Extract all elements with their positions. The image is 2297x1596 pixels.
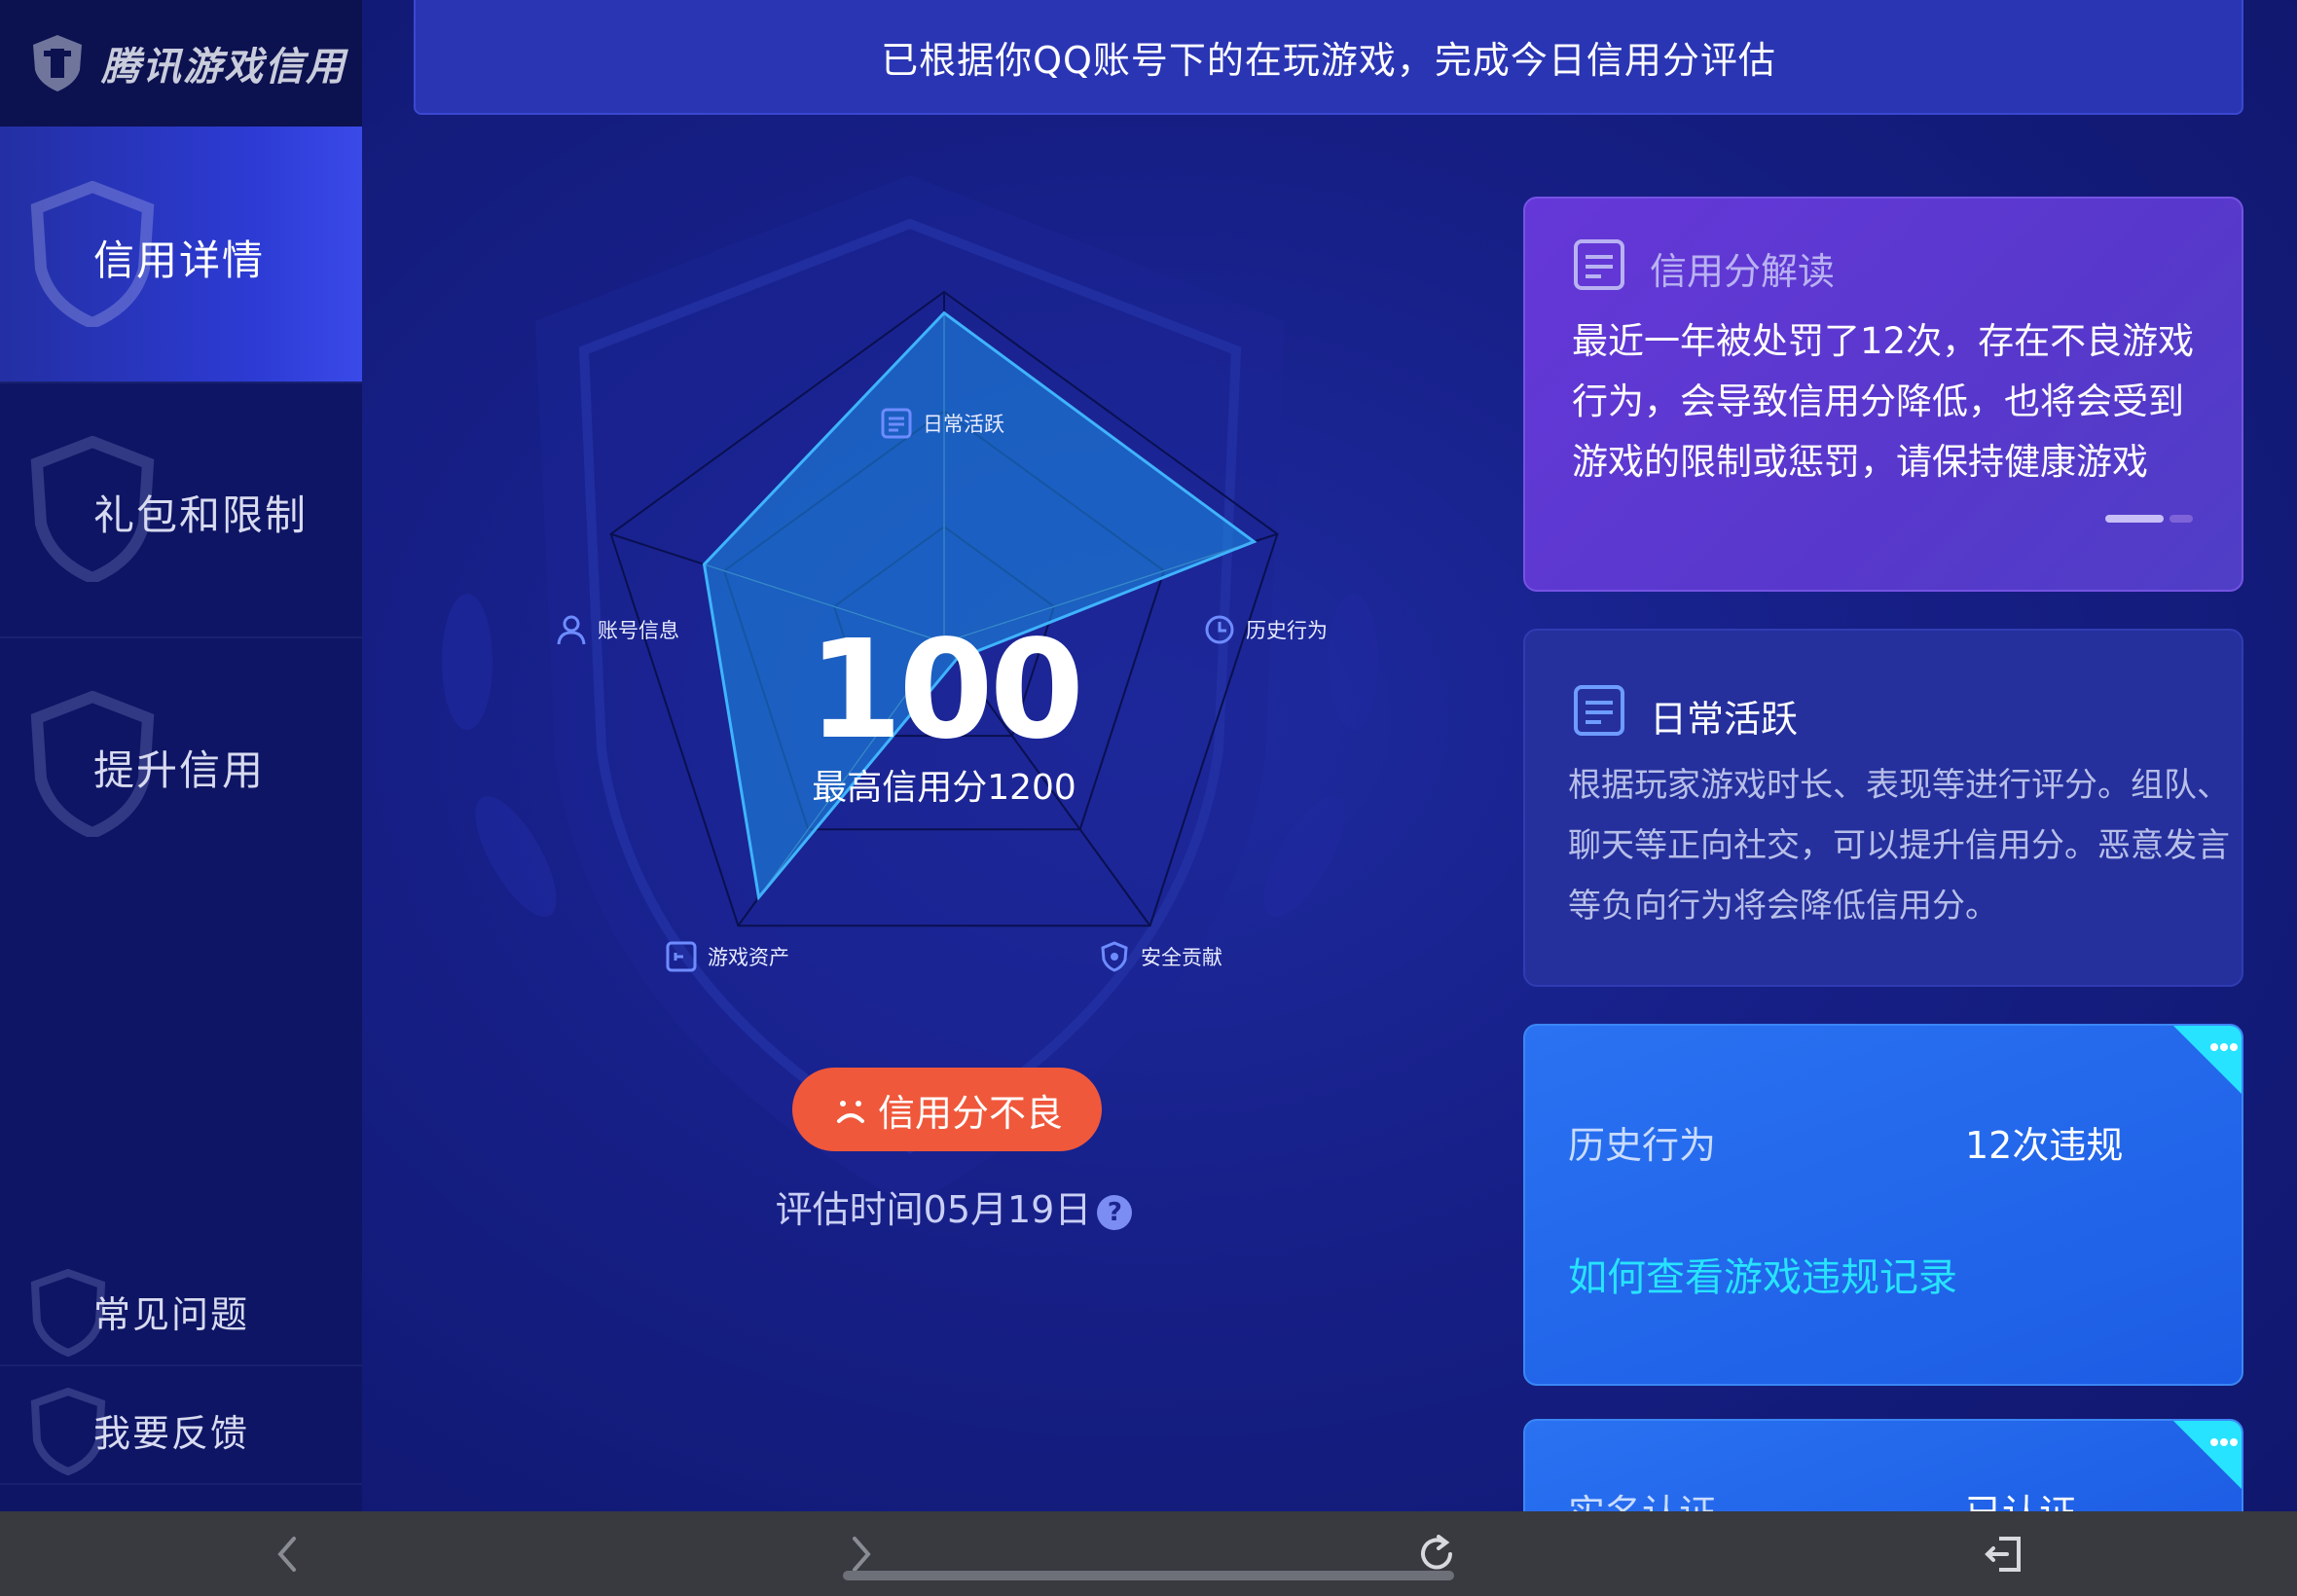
- page-indicator: [2105, 515, 2193, 523]
- sidebar-item-faq[interactable]: 常见问题: [0, 1248, 362, 1366]
- status-label: 信用分不良: [877, 1091, 1063, 1135]
- back-icon[interactable]: [261, 1527, 315, 1581]
- sidebar-item-label: 提升信用: [93, 746, 266, 794]
- sidebar: 腾讯游戏信用 信用详情 礼包和限制 提升信用 常见问题 我要反馈: [0, 0, 362, 1511]
- card-label: 历史行为: [1568, 1124, 1717, 1167]
- more-corner-icon[interactable]: [2173, 1421, 2242, 1489]
- evaluation-time-text: 评估时间05月19日: [775, 1188, 1092, 1231]
- radar-axis-assets: 游戏资产: [665, 940, 789, 973]
- document-icon: [1574, 685, 1624, 736]
- history-behavior-card[interactable]: 历史行为 12次违规 如何查看游戏违规记录: [1523, 1024, 2243, 1386]
- security-shield-icon: [1101, 941, 1128, 972]
- view-violation-record-link[interactable]: 如何查看游戏违规记录: [1568, 1246, 1957, 1302]
- max-score-label: 最高信用分1200: [812, 768, 1076, 808]
- radar-axis-security: 安全贡献: [1098, 940, 1222, 973]
- help-icon[interactable]: ?: [1097, 1194, 1133, 1230]
- card-title: 信用分解读: [1650, 250, 1836, 293]
- logo-text: 腾讯游戏信用: [101, 45, 346, 90]
- evaluation-banner: 已根据你QQ账号下的在玩游戏，完成今日信用分评估: [414, 0, 2243, 115]
- card-body: 最近一年被处罚了12次，存在不良游戏行为，会导致信用分降低，也将会受到游戏的限制…: [1572, 320, 2195, 483]
- credit-interpretation-card: 信用分解读 最近一年被处罚了12次，存在不良游戏行为，会导致信用分降低，也将会受…: [1523, 197, 2243, 592]
- browser-toolbar: [0, 1511, 2297, 1596]
- more-corner-icon[interactable]: [2173, 1026, 2242, 1094]
- credit-score-value: 100: [807, 611, 1084, 770]
- exit-icon[interactable]: [1978, 1527, 2032, 1581]
- violation-count: 12次违规: [1965, 1124, 2124, 1167]
- document-icon: [1574, 239, 1624, 290]
- radar-axis-account: 账号信息: [555, 613, 679, 646]
- sidebar-item-credit-details[interactable]: 信用详情: [0, 127, 362, 383]
- sad-face-icon: [836, 1101, 864, 1123]
- user-icon: [557, 615, 586, 645]
- shield-logo-icon: [33, 35, 82, 91]
- radar-axis-label: 安全贡献: [1141, 946, 1222, 969]
- radar-axis-label: 账号信息: [598, 619, 679, 642]
- sidebar-item-improve-credit[interactable]: 提升信用: [0, 636, 362, 891]
- credit-status-badge: 信用分不良: [792, 1068, 1102, 1151]
- evaluation-time: 评估时间05月19日?: [681, 1179, 1226, 1233]
- sidebar-item-feedback[interactable]: 我要反馈: [0, 1366, 362, 1485]
- daily-activity-card: 日常活跃 根据玩家游戏时长、表现等进行评分。组队、聊天等正向社交，可以提升信用分…: [1523, 629, 2243, 987]
- radar-axis-label: 历史行为: [1246, 619, 1328, 642]
- radar-axis-history: 历史行为: [1203, 613, 1328, 646]
- sidebar-item-gifts-limits[interactable]: 礼包和限制: [0, 381, 362, 638]
- wallet-icon: [666, 941, 697, 972]
- card-body: 根据玩家游戏时长、表现等进行评分。组队、聊天等正向社交，可以提升信用分。恶意发言…: [1568, 766, 2230, 925]
- radar-axis-daily: 日常活跃: [880, 407, 1004, 440]
- sidebar-item-label: 信用详情: [93, 236, 266, 284]
- radar-axis-label: 日常活跃: [923, 413, 1004, 436]
- app-logo: 腾讯游戏信用: [0, 0, 362, 127]
- sidebar-item-label: 常见问题: [93, 1293, 250, 1336]
- clock-icon: [1205, 615, 1234, 644]
- sidebar-item-label: 我要反馈: [93, 1412, 250, 1455]
- card-title: 日常活跃: [1650, 698, 1799, 741]
- sidebar-item-label: 礼包和限制: [93, 491, 309, 539]
- document-icon: [881, 408, 912, 439]
- home-indicator[interactable]: [843, 1571, 1454, 1580]
- radar-axis-label: 游戏资产: [708, 946, 789, 969]
